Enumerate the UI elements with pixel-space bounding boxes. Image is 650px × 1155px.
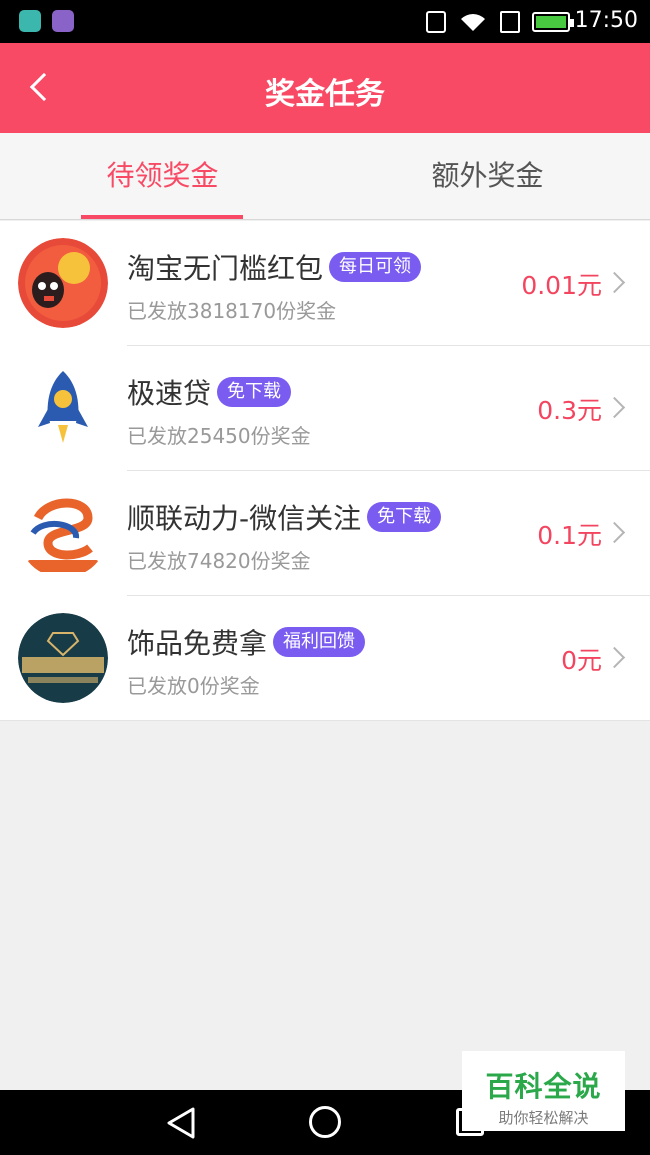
task-name: 顺联动力-微信关注 <box>127 502 362 535</box>
chevron-right-icon <box>603 271 626 294</box>
shunlian-logo-icon <box>18 488 108 578</box>
sim-icon <box>500 11 520 33</box>
chevron-right-icon <box>603 521 626 544</box>
home-circle-icon[interactable] <box>309 1106 341 1138</box>
header: 奖金任务 <box>0 43 650 133</box>
task-amount: 0元 <box>561 646 602 675</box>
task-issued-count: 已发放3818170份奖金 <box>127 299 337 323</box>
page-title: 奖金任务 <box>265 77 385 112</box>
android-app-icon <box>19 10 41 32</box>
task-amount: 0.01元 <box>521 271 602 300</box>
vibrate-icon <box>426 11 446 33</box>
watermark-subtitle: 助你轻松解决 <box>498 1109 589 1127</box>
status-bar: 17:50 <box>0 0 650 43</box>
gallery-app-icon <box>52 10 74 32</box>
active-tab-indicator <box>81 215 243 219</box>
task-badge: 福利回馈 <box>273 627 366 657</box>
task-item-shunlian[interactable]: 顺联动力-微信关注 免下载 已发放74820份奖金 0.1元 <box>0 471 650 596</box>
task-list: 淘宝无门槛红包 每日可领 已发放3818170份奖金 0.01元 极速贷 免下载… <box>0 221 650 721</box>
tab-pending-bonus[interactable]: 待领奖金 <box>0 133 325 220</box>
task-item-taobao[interactable]: 淘宝无门槛红包 每日可领 已发放3818170份奖金 0.01元 <box>0 221 650 346</box>
task-item-jisudai[interactable]: 极速贷 免下载 已发放25450份奖金 0.3元 <box>0 346 650 471</box>
taobao-redpacket-logo-icon <box>18 238 108 328</box>
task-badge: 免下载 <box>217 377 292 407</box>
chevron-right-icon <box>603 646 626 669</box>
task-name: 极速贷 <box>127 377 212 410</box>
task-item-jewelry[interactable]: 饰品免费拿 福利回馈 已发放0份奖金 0元 <box>0 596 650 721</box>
watermark: 百科全说 助你轻松解决 <box>462 1051 625 1131</box>
task-issued-count: 已发放74820份奖金 <box>127 549 311 573</box>
chevron-right-icon <box>603 396 626 419</box>
back-triangle-icon[interactable] <box>165 1106 197 1140</box>
tab-extra-bonus[interactable]: 额外奖金 <box>325 133 650 220</box>
task-name: 饰品免费拿 <box>127 627 268 660</box>
watermark-title: 百科全说 <box>485 1070 602 1103</box>
task-badge: 免下载 <box>367 502 442 532</box>
battery-charging-icon <box>532 12 574 32</box>
task-issued-count: 已发放25450份奖金 <box>127 424 311 448</box>
task-amount: 0.3元 <box>537 396 602 425</box>
task-badge: 每日可领 <box>329 252 422 282</box>
tab-bar: 待领奖金 额外奖金 <box>0 133 650 220</box>
status-time: 17:50 <box>574 8 638 33</box>
wifi-icon <box>461 14 485 31</box>
task-amount: 0.1元 <box>537 521 602 550</box>
rocket-logo-icon <box>18 363 108 453</box>
task-issued-count: 已发放0份奖金 <box>127 674 260 698</box>
task-name: 淘宝无门槛红包 <box>127 252 324 285</box>
jewelry-logo-icon <box>18 613 108 703</box>
